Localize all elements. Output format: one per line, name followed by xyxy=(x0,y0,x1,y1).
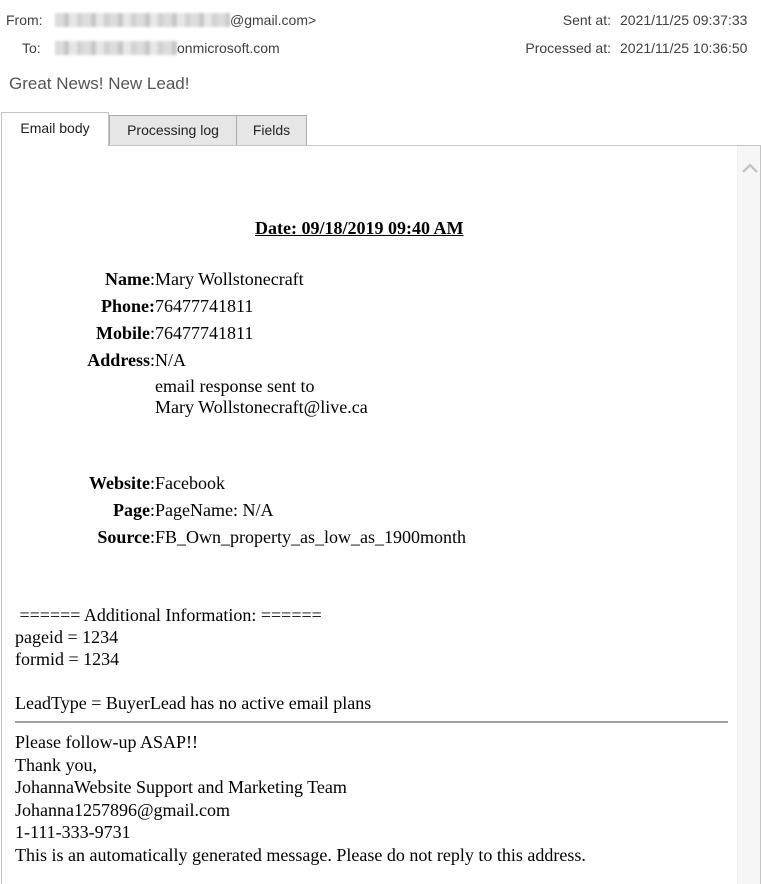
field-label: Source xyxy=(97,527,150,547)
additional-info-line: LeadType = BuyerLead has no active email… xyxy=(15,693,372,713)
footer-line: This is an automatically generated messa… xyxy=(15,844,586,865)
email-subject: Great News! New Lead! xyxy=(9,74,190,93)
vertical-scrollbar[interactable] xyxy=(737,146,760,884)
field-label: Name xyxy=(105,269,150,289)
from-domain: @gmail.com> xyxy=(230,12,317,28)
horizontal-rule xyxy=(15,721,728,723)
tab-processing-log[interactable]: Processing log xyxy=(109,115,237,146)
field-value: Facebook xyxy=(155,473,225,493)
field-value: PageName: N/A xyxy=(155,500,274,520)
additional-info-heading: ====== Additional Information: ====== xyxy=(15,605,322,625)
tab-fields[interactable]: Fields xyxy=(236,115,307,146)
sent-at-label: Sent at: xyxy=(562,12,611,28)
additional-information: ====== Additional Information: ====== pag… xyxy=(15,604,371,714)
from-value: @gmail.com> xyxy=(55,12,316,28)
email-footer: Please follow-up ASAP!! Thank you, Johanna… xyxy=(15,731,586,866)
redacted-recipient xyxy=(55,41,177,55)
field-value: Mary Wollstonecraft@live.ca xyxy=(155,397,368,417)
field-value: FB_Own_property_as_low_as_1900month xyxy=(155,527,466,547)
processed-at-label: Processed at: xyxy=(525,40,611,56)
field-value: Mary Wollstonecraft xyxy=(155,269,304,289)
processed-at-value: 2021/11/25 10:36:50 xyxy=(620,40,748,56)
field-value: email response sent to xyxy=(155,376,315,396)
to-label: To: xyxy=(22,40,41,56)
field-label: Phone: xyxy=(101,296,155,316)
tab-email-body[interactable]: Email body xyxy=(1,112,109,146)
footer-line: 1-111-333-9731 xyxy=(15,822,131,842)
field-value: 76477741811 xyxy=(155,296,254,316)
additional-info-line: pageid = 1234 xyxy=(15,627,119,647)
footer-line: Thank you, xyxy=(15,754,97,775)
field-value: 76477741811 xyxy=(155,323,254,343)
to-value: onmicrosoft.com xyxy=(55,40,280,56)
email-body-panel: Date: 09/18/2019 09:40 AM Name: Mary Wol… xyxy=(1,145,761,884)
field-value: N/A xyxy=(155,350,186,370)
redacted-sender xyxy=(55,13,230,27)
footer-line: Please follow-up ASAP!! xyxy=(15,732,198,752)
footer-line: JohannaWebsite Support and Marketing Tea… xyxy=(15,777,347,797)
field-label: Website xyxy=(88,473,150,493)
field-label: Mobile xyxy=(95,323,150,343)
email-date-line: Date: 09/18/2019 09:40 AM xyxy=(255,218,464,238)
from-label: From: xyxy=(6,12,43,28)
sent-at-value: 2021/11/25 09:37:33 xyxy=(620,12,748,28)
field-label: Page xyxy=(113,500,150,520)
additional-info-line: formid = 1234 xyxy=(15,649,120,669)
footer-line: Johanna1257896@gmail.com xyxy=(15,799,231,820)
chevron-up-icon[interactable] xyxy=(741,160,759,176)
field-label: Address xyxy=(87,350,150,370)
to-domain: onmicrosoft.com xyxy=(177,40,280,56)
